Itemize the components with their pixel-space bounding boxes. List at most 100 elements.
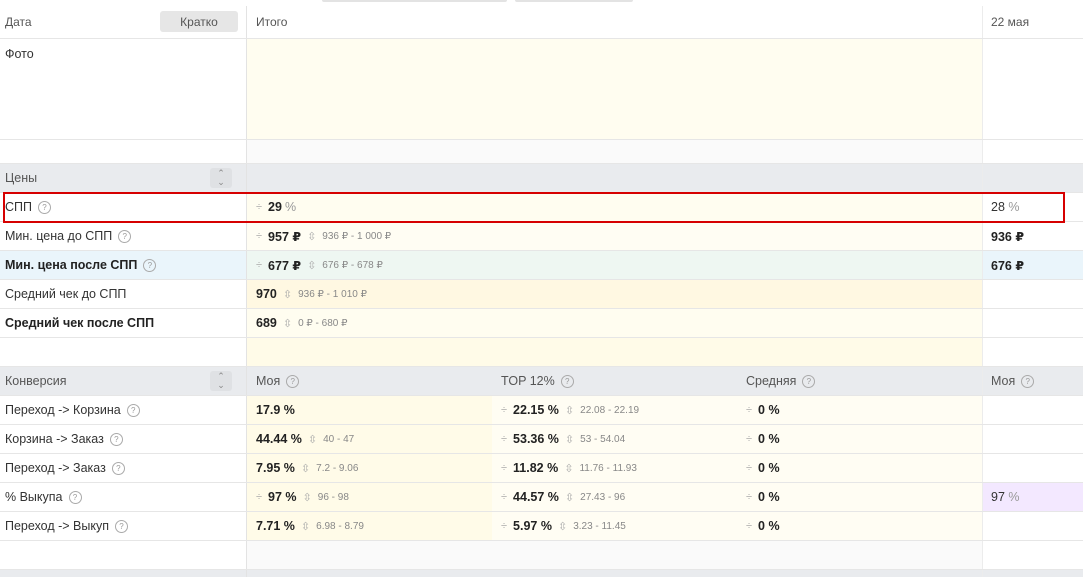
table-row: Переход -> Заказ? 7.95 % ⇳ 7.2 - 9.06 ÷ 1… xyxy=(0,454,1083,483)
avg-check-before-day xyxy=(982,280,1083,308)
conv-avg-cell: ÷ 0 % xyxy=(737,396,982,424)
photo-day-cell xyxy=(982,39,1083,139)
spp-total-cell: ÷ 29% xyxy=(247,193,982,221)
col-mine-header: Моя? xyxy=(247,367,492,395)
compare-icon: ÷ xyxy=(501,433,508,445)
help-circle-icon[interactable]: ? xyxy=(143,258,157,272)
conversion-section: Конверсия ⌃ ⌄ Моя? TOP 12%? Средняя? Моя? xyxy=(0,367,1083,396)
conv-label: Корзина -> Заказ? xyxy=(0,425,247,453)
min-price-after-label: Мин. цена после СПП? xyxy=(0,251,247,279)
conv-day-cell xyxy=(982,425,1083,453)
avg-check-before-row: Средний чек до СПП 970 ⇳ 936 ₽ - 1 010 ₽ xyxy=(0,280,1083,309)
help-circle-icon[interactable]: ? xyxy=(1021,374,1035,388)
min-price-after-total: ÷ 677 ₽ ⇳ 676 ₽ - 678 ₽ xyxy=(247,251,982,279)
conv-avg-cell: ÷ 0 % xyxy=(737,454,982,482)
date-label: Дата xyxy=(5,15,32,29)
range-icon: ⇳ xyxy=(300,520,311,533)
help-circle-icon[interactable]: ? xyxy=(111,461,125,475)
day-header: 22 мая xyxy=(982,6,1083,38)
conv-mine-cell: 7.71 % ⇳ 6.98 - 8.79 xyxy=(247,512,492,540)
conv-day-cell xyxy=(982,396,1083,424)
table-row: % Выкупа? ÷ 97 % ⇳ 96 - 98 ÷ 44.57 % ⇳ 27.… xyxy=(0,483,1083,512)
min-price-before-label: Мин. цена до СПП? xyxy=(0,222,247,250)
range-icon: ⇳ xyxy=(300,462,311,475)
conv-label: Переход -> Корзина? xyxy=(0,396,247,424)
prices-section: Цены ⌃ ⌄ xyxy=(0,164,1083,193)
help-circle-icon[interactable]: ? xyxy=(115,519,129,533)
compare-icon: ÷ xyxy=(501,404,508,416)
compare-icon: ÷ xyxy=(746,491,753,503)
top-tab-edge xyxy=(322,0,507,2)
min-price-before-day: 936 ₽ xyxy=(982,222,1083,250)
col-top-header: TOP 12%? xyxy=(492,367,737,395)
avg-check-before-label: Средний чек до СПП xyxy=(0,280,247,308)
brief-button[interactable]: Кратко xyxy=(160,11,238,32)
compare-icon: ÷ xyxy=(256,491,263,503)
chevron-updown-icon[interactable]: ⌃ ⌄ xyxy=(210,371,232,391)
range-icon: ⇳ xyxy=(302,491,312,504)
range-icon: ⇳ xyxy=(557,520,568,533)
compare-icon: ÷ xyxy=(746,433,753,445)
conversion-section-label: Конверсия ⌃ ⌄ xyxy=(0,367,247,395)
date-header: Дата Кратко xyxy=(0,6,247,38)
spp-row: СПП? ÷ 29% 28 % xyxy=(0,193,1083,222)
range-icon: ⇳ xyxy=(307,259,317,272)
conv-mine-cell: ÷ 97 % ⇳ 96 - 98 xyxy=(247,483,492,511)
compare-icon: ÷ xyxy=(746,520,753,532)
range-icon: ⇳ xyxy=(307,230,317,243)
range-icon: ⇳ xyxy=(564,462,574,475)
conv-day-cell xyxy=(982,512,1083,540)
compare-icon: ÷ xyxy=(746,404,753,416)
header-row: Дата Кратко Итого 22 мая xyxy=(0,6,1083,39)
chevron-updown-icon[interactable]: ⌃ ⌄ xyxy=(210,168,232,188)
conv-avg-cell: ÷ 0 % xyxy=(737,483,982,511)
next-section-edge xyxy=(0,570,1083,577)
help-circle-icon[interactable]: ? xyxy=(560,374,574,388)
compare-icon: ÷ xyxy=(256,259,263,271)
conv-avg-cell: ÷ 0 % xyxy=(737,512,982,540)
help-circle-icon[interactable]: ? xyxy=(802,374,816,388)
spacer-row xyxy=(0,140,1083,164)
compare-icon: ÷ xyxy=(256,201,263,213)
compare-icon: ÷ xyxy=(501,520,508,532)
conv-label: Переход -> Выкуп? xyxy=(0,512,247,540)
spacer-row xyxy=(0,541,1083,570)
conv-mine-cell: 44.44 % ⇳ 40 - 47 xyxy=(247,425,492,453)
top-tab-edge xyxy=(515,0,633,2)
conv-top-cell: ÷ 11.82 % ⇳ 11.76 - 11.93 xyxy=(492,454,737,482)
help-circle-icon[interactable]: ? xyxy=(286,374,300,388)
compare-icon: ÷ xyxy=(501,491,508,503)
range-icon: ⇳ xyxy=(282,288,293,301)
help-circle-icon[interactable]: ? xyxy=(109,432,123,446)
help-circle-icon[interactable]: ? xyxy=(118,229,132,243)
range-icon: ⇳ xyxy=(307,433,318,446)
help-circle-icon[interactable]: ? xyxy=(38,200,51,214)
conv-day-cell: 97 % xyxy=(982,483,1083,511)
conv-top-cell: ÷ 5.97 % ⇳ 3.23 - 11.45 xyxy=(492,512,737,540)
avg-check-after-label: Средний чек после СПП xyxy=(0,309,247,337)
range-icon: ⇳ xyxy=(564,433,575,446)
range-icon: ⇳ xyxy=(282,317,293,330)
help-circle-icon[interactable]: ? xyxy=(68,490,82,504)
min-price-before-total: ÷ 957 ₽ ⇳ 936 ₽ - 1 000 ₽ xyxy=(247,222,982,250)
photo-label: Фото xyxy=(0,39,247,139)
conv-mine-cell: 7.95 % ⇳ 7.2 - 9.06 xyxy=(247,454,492,482)
spacer-row xyxy=(0,338,1083,367)
avg-check-after-day xyxy=(982,309,1083,337)
min-price-after-row: Мин. цена после СПП? ÷ 677 ₽ ⇳ 676 ₽ - 67… xyxy=(0,251,1083,280)
min-price-before-row: Мин. цена до СПП? ÷ 957 ₽ ⇳ 936 ₽ - 1 000… xyxy=(0,222,1083,251)
compare-icon: ÷ xyxy=(501,462,508,474)
conv-top-cell: ÷ 22.15 % ⇳ 22.08 - 22.19 xyxy=(492,396,737,424)
photo-row: Фото xyxy=(0,39,1083,140)
help-circle-icon[interactable]: ? xyxy=(126,403,140,417)
spp-day-cell: 28 % xyxy=(982,193,1083,221)
spp-label-cell: СПП? xyxy=(0,193,247,221)
range-icon: ⇳ xyxy=(564,404,575,417)
col-day-mine-header: Моя? xyxy=(982,367,1083,395)
avg-check-after-row: Средний чек после СПП 689 ⇳ 0 ₽ - 680 ₽ xyxy=(0,309,1083,338)
range-icon: ⇳ xyxy=(564,491,575,504)
avg-check-before-total: 970 ⇳ 936 ₽ - 1 010 ₽ xyxy=(247,280,982,308)
compare-icon: ÷ xyxy=(256,230,263,242)
total-header: Итого xyxy=(247,6,982,38)
conv-label: Переход -> Заказ? xyxy=(0,454,247,482)
